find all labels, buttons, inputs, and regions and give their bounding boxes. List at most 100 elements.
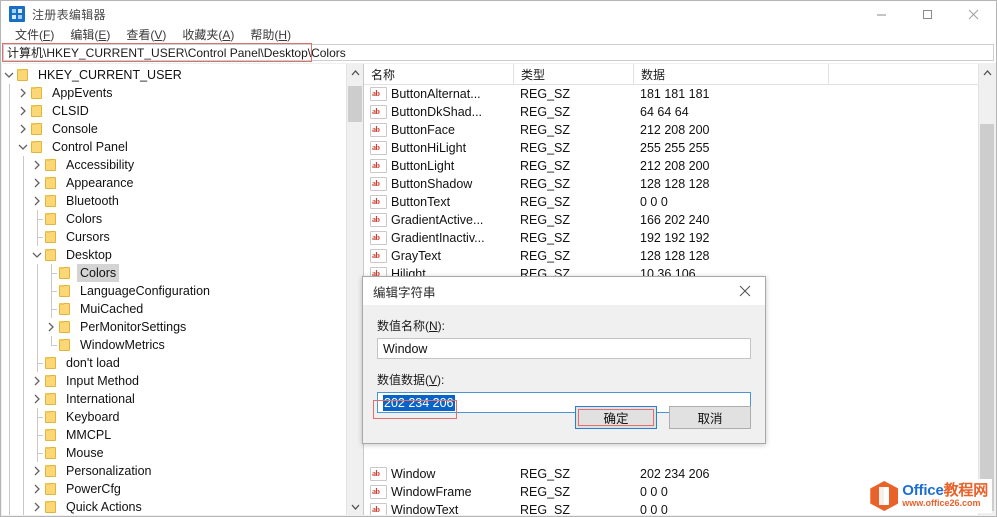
- minimize-button[interactable]: [858, 1, 904, 27]
- maximize-button[interactable]: [904, 1, 950, 27]
- folder-icon: [16, 69, 30, 81]
- tree-indent-guide: [16, 318, 30, 336]
- column-header-spacer[interactable]: [829, 64, 995, 85]
- menu-favorites[interactable]: 收藏夹(A): [174, 27, 242, 44]
- tree-item[interactable]: LanguageConfiguration: [2, 282, 346, 300]
- folder-icon: [30, 87, 44, 99]
- string-value-icon: ab: [370, 195, 387, 209]
- tree-item-label: Control Panel: [52, 140, 128, 154]
- chevron-down-icon[interactable]: [2, 66, 16, 84]
- chevron-right-icon[interactable]: [16, 102, 30, 120]
- chevron-right-icon[interactable]: [30, 498, 44, 515]
- registry-icon: [9, 6, 25, 22]
- tree-item[interactable]: Bluetooth: [2, 192, 346, 210]
- tree-item[interactable]: AppEvents: [2, 84, 346, 102]
- tree-item[interactable]: International: [2, 390, 346, 408]
- tree-item[interactable]: Accessibility: [2, 156, 346, 174]
- folder-icon: [44, 195, 58, 207]
- table-row[interactable]: ab ButtonShadow REG_SZ 128 128 128: [364, 175, 978, 193]
- column-header-name[interactable]: 名称: [364, 64, 514, 85]
- menu-file[interactable]: 文件(F): [7, 27, 62, 44]
- chevron-right-icon[interactable]: [44, 318, 58, 336]
- cell-type: REG_SZ: [520, 177, 571, 191]
- dialog-close-icon[interactable]: [725, 277, 765, 305]
- table-row[interactable]: ab ButtonLight REG_SZ 212 208 200: [364, 157, 978, 175]
- table-row[interactable]: ab ButtonHiLight REG_SZ 255 255 255: [364, 139, 978, 157]
- tree-item[interactable]: WindowMetrics: [2, 336, 346, 354]
- tree-item[interactable]: Input Method: [2, 372, 346, 390]
- folder-icon: [58, 285, 72, 297]
- chevron-right-icon[interactable]: [30, 390, 44, 408]
- table-row[interactable]: ab GradientActive... REG_SZ 166 202 240: [364, 211, 978, 229]
- folder-icon: [30, 141, 44, 153]
- menu-view[interactable]: 查看(V): [118, 27, 174, 44]
- tree-item[interactable]: Control Panel: [2, 138, 346, 156]
- table-row[interactable]: ab ButtonFace REG_SZ 212 208 200: [364, 121, 978, 139]
- table-row[interactable]: ab ButtonAlternat... REG_SZ 181 181 181: [364, 85, 978, 103]
- tree-item[interactable]: Quick Actions: [2, 498, 346, 515]
- list-scrollbar[interactable]: [978, 64, 995, 515]
- column-header-type[interactable]: 类型: [514, 64, 634, 85]
- tree-item[interactable]: MMCPL: [2, 426, 346, 444]
- tree-item-label: Quick Actions: [66, 500, 142, 514]
- chevron-right-icon[interactable]: [30, 480, 44, 498]
- tree-item[interactable]: Mouse: [2, 444, 346, 462]
- tree-scroll-up-icon[interactable]: [347, 64, 363, 81]
- tree-item[interactable]: Console: [2, 120, 346, 138]
- chevron-right-icon[interactable]: [30, 156, 44, 174]
- tree-item[interactable]: Appearance: [2, 174, 346, 192]
- tree-scroll-thumb[interactable]: [348, 86, 362, 122]
- chevron-down-icon[interactable]: [16, 138, 30, 156]
- tree-item[interactable]: PerMonitorSettings: [2, 318, 346, 336]
- string-value-icon: ab: [370, 231, 387, 245]
- tree-item[interactable]: Personalization: [2, 462, 346, 480]
- tree-item[interactable]: Colors: [2, 210, 346, 228]
- tree-item[interactable]: PowerCfg: [2, 480, 346, 498]
- list-scroll-thumb[interactable]: [980, 124, 994, 511]
- tree-item[interactable]: Desktop: [2, 246, 346, 264]
- chevron-down-icon[interactable]: [30, 246, 44, 264]
- tree-indent-guide: [16, 444, 30, 462]
- chevron-right-icon[interactable]: [16, 84, 30, 102]
- close-button[interactable]: [950, 1, 996, 27]
- string-value-icon: ab: [370, 159, 387, 173]
- tree-item-label: PowerCfg: [66, 482, 121, 496]
- registry-tree[interactable]: HKEY_CURRENT_USER AppEvents CLSID Console Co…: [2, 64, 346, 515]
- menu-help[interactable]: 帮助(H): [242, 27, 299, 44]
- address-bar[interactable]: 计算机\HKEY_CURRENT_USER\Control Panel\Desk…: [3, 44, 994, 61]
- tree-item[interactable]: Keyboard: [2, 408, 346, 426]
- watermark-url: www.office26.com: [902, 498, 981, 508]
- tree-item-label: Colors: [77, 264, 120, 282]
- cell-type: REG_SZ: [520, 105, 571, 119]
- watermark-brand-en: Office: [902, 482, 944, 499]
- table-row[interactable]: ab ButtonDkShad... REG_SZ 64 64 64: [364, 103, 978, 121]
- cancel-button[interactable]: 取消: [669, 406, 751, 429]
- value-name-input[interactable]: Window: [377, 338, 751, 359]
- chevron-right-icon[interactable]: [30, 462, 44, 480]
- tree-item-label: Bluetooth: [66, 194, 119, 208]
- tree-item[interactable]: Colors: [2, 264, 346, 282]
- dialog-title: 编辑字符串: [373, 285, 436, 300]
- tree-branch: [30, 354, 44, 372]
- tree-item[interactable]: Cursors: [2, 228, 346, 246]
- chevron-right-icon[interactable]: [16, 120, 30, 138]
- list-scroll-up-icon[interactable]: [979, 64, 995, 81]
- tree-scroll-down-icon[interactable]: [347, 498, 363, 515]
- chevron-right-icon[interactable]: [30, 192, 44, 210]
- tree-item[interactable]: don't load: [2, 354, 346, 372]
- column-header-data[interactable]: 数据: [634, 64, 829, 85]
- cell-type: REG_SZ: [520, 195, 571, 209]
- tree-item[interactable]: MuiCached: [2, 300, 346, 318]
- tree-indent-guide: [2, 192, 16, 210]
- tree-item[interactable]: CLSID: [2, 102, 346, 120]
- tree-item[interactable]: HKEY_CURRENT_USER: [2, 66, 346, 84]
- chevron-right-icon[interactable]: [30, 372, 44, 390]
- menu-edit[interactable]: 编辑(E): [62, 27, 118, 44]
- table-row[interactable]: ab GradientInactiv... REG_SZ 192 192 192: [364, 229, 978, 247]
- chevron-right-icon[interactable]: [30, 174, 44, 192]
- table-row[interactable]: ab GrayText REG_SZ 128 128 128: [364, 247, 978, 265]
- table-row[interactable]: ab ButtonText REG_SZ 0 0 0: [364, 193, 978, 211]
- tree-scrollbar[interactable]: [346, 64, 363, 515]
- tree-indent-guide: [2, 390, 16, 408]
- ok-button[interactable]: 确定: [575, 406, 657, 429]
